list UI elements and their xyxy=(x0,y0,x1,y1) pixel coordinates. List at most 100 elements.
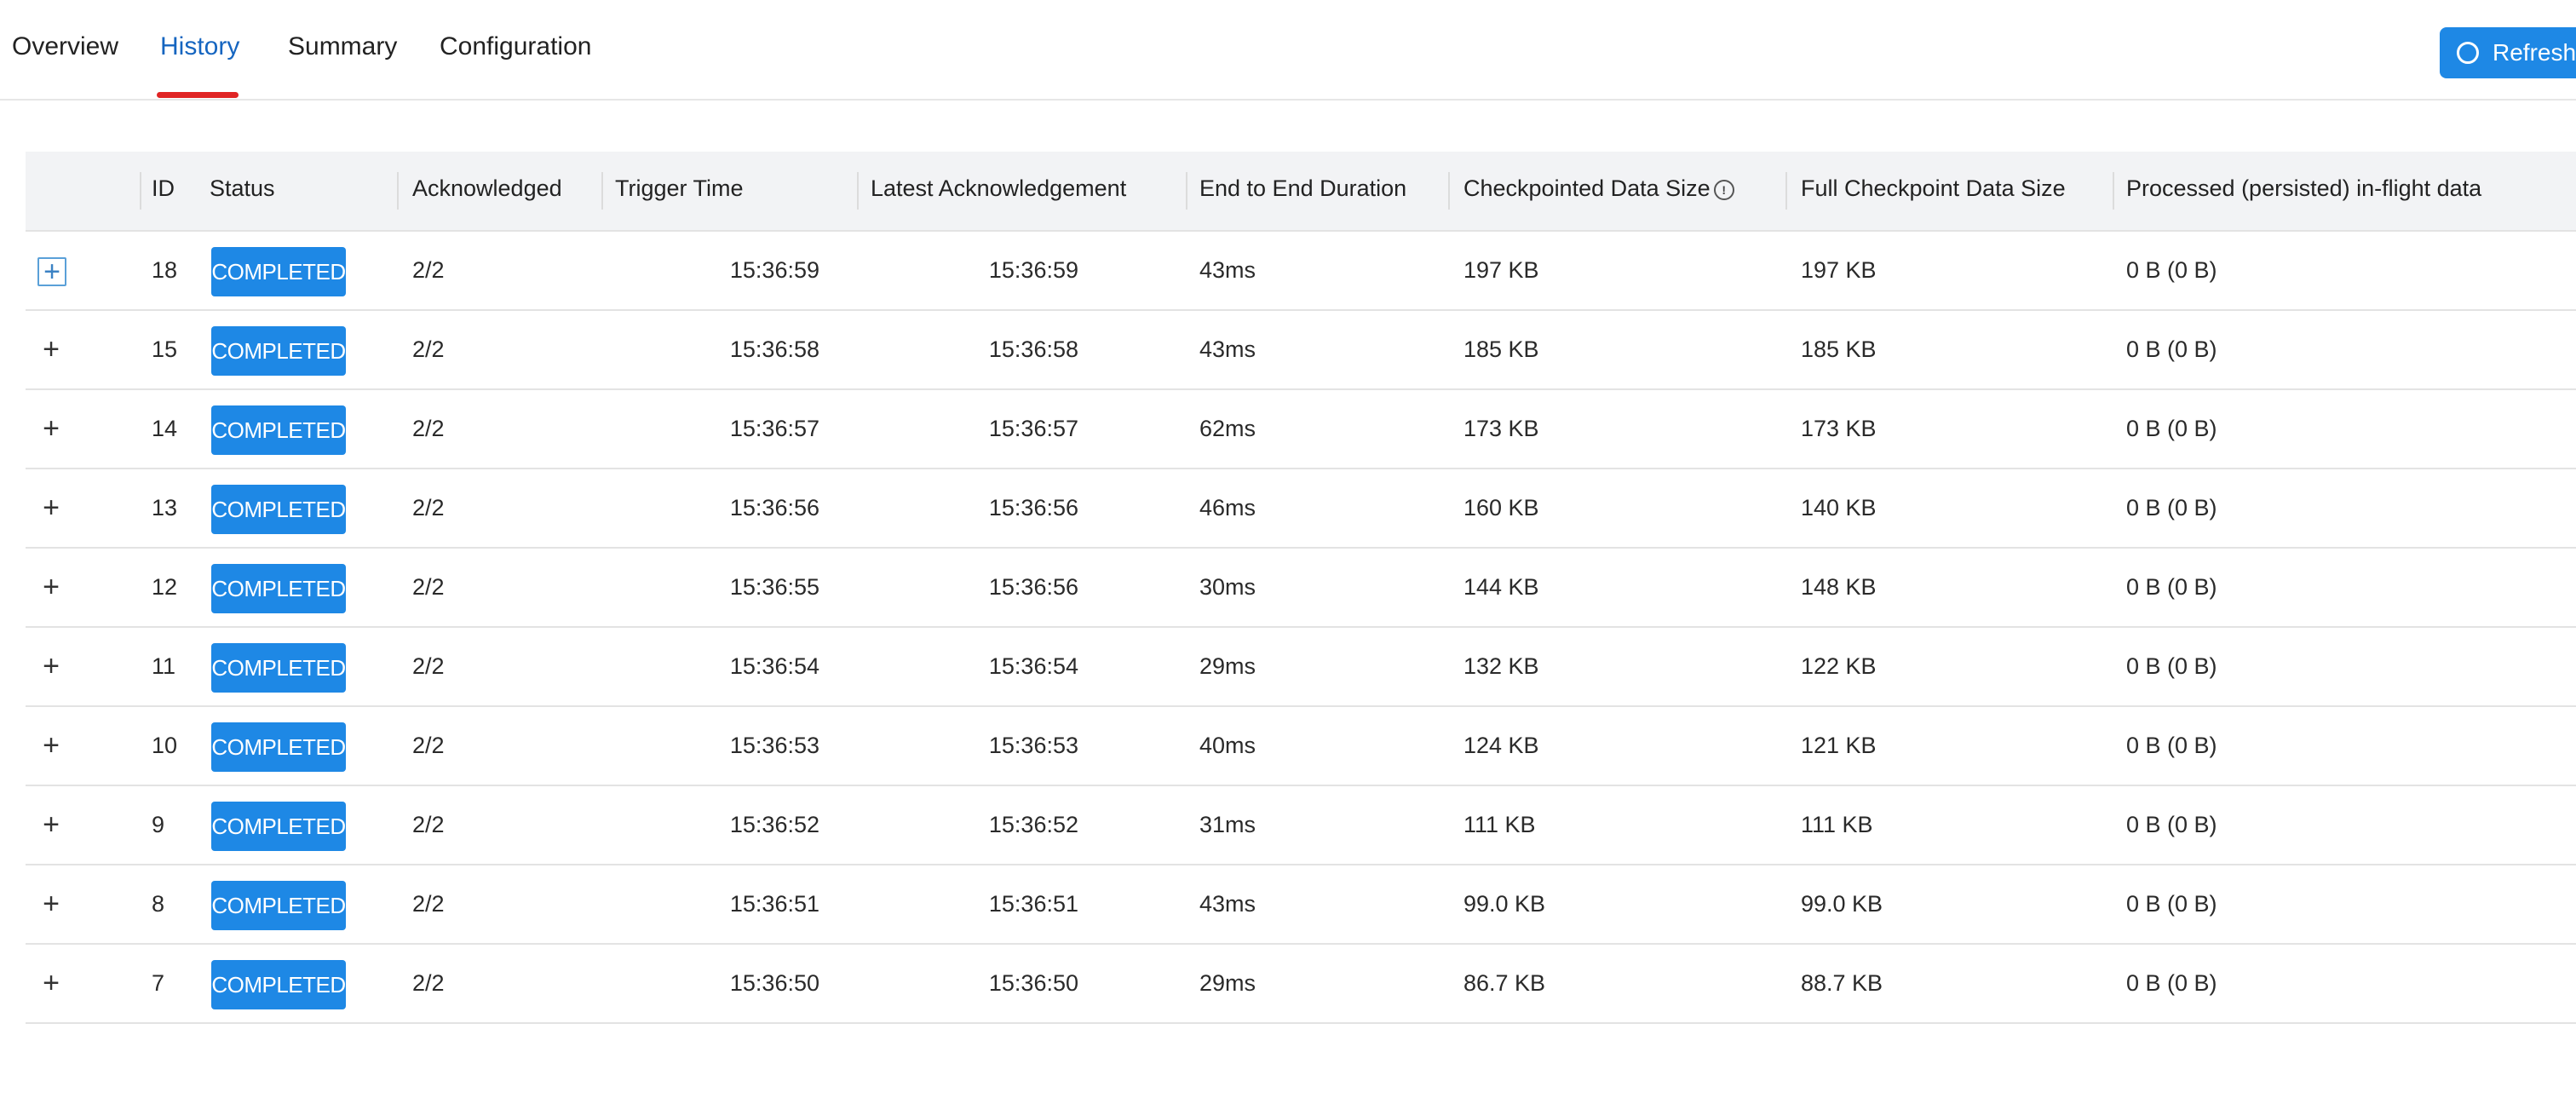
cell-end-to-end-duration: 43ms xyxy=(1199,336,1256,362)
cell-processed-inflight-data: 0 B (0 B) xyxy=(2126,574,2217,600)
cell-processed-inflight-data: 0 B (0 B) xyxy=(2126,416,2217,441)
cell-end-to-end-duration: 43ms xyxy=(1199,891,1256,917)
table-row[interactable]: +15 COMPLETED 2/2 15:36:58 15:36:58 43ms 185 K… xyxy=(26,311,2576,390)
cell-latest-acknowledgement: 15:36:56 xyxy=(988,495,1078,520)
column-separator xyxy=(601,172,603,210)
column-separator xyxy=(857,172,859,210)
cell-processed-inflight-data: 0 B (0 B) xyxy=(2126,653,2217,679)
table-row[interactable]: +7 COMPLETED 2/2 15:36:50 15:36:50 29ms 86.7 K… xyxy=(26,945,2576,1024)
status-badge: COMPLETED xyxy=(211,722,346,772)
table-header: ID Status Acknowledged Trigger Time Late… xyxy=(26,152,2576,232)
cell-acknowledged: 2/2 xyxy=(412,336,445,362)
column-separator xyxy=(1785,172,1787,210)
expand-row-icon[interactable]: + xyxy=(37,257,66,286)
cell-checkpointed-data-size: 132 KB xyxy=(1463,653,1539,679)
header-id: ID xyxy=(152,175,175,201)
cell-trigger-time: 15:36:53 xyxy=(729,733,819,758)
cell-id: 9 xyxy=(152,812,165,837)
header-trigger-time: Trigger Time xyxy=(615,175,744,201)
cell-processed-inflight-data: 0 B (0 B) xyxy=(2126,336,2217,362)
cell-id: 13 xyxy=(152,495,178,520)
cell-trigger-time: 15:36:59 xyxy=(729,257,819,283)
expand-row-icon[interactable]: + xyxy=(37,810,65,839)
refresh-icon xyxy=(2457,42,2479,64)
cell-latest-acknowledgement: 15:36:57 xyxy=(988,416,1078,441)
cell-end-to-end-duration: 29ms xyxy=(1199,970,1256,996)
header-checkpointed-data-size: Checkpointed Data Size! xyxy=(1463,175,1734,202)
table-row[interactable]: +9 COMPLETED 2/2 15:36:52 15:36:52 31ms 111 KB… xyxy=(26,786,2576,865)
table-row[interactable]: +11 COMPLETED 2/2 15:36:54 15:36:54 29ms 132 K… xyxy=(26,628,2576,707)
cell-acknowledged: 2/2 xyxy=(412,574,445,600)
tab-summary[interactable]: Summary xyxy=(288,32,397,61)
table-row[interactable]: +18 COMPLETED 2/2 15:36:59 15:36:59 43ms 197 K… xyxy=(26,232,2576,311)
expand-row-icon[interactable]: + xyxy=(37,731,65,760)
status-badge: COMPLETED xyxy=(211,405,346,455)
cell-checkpointed-data-size: 185 KB xyxy=(1463,336,1539,362)
table-row[interactable]: +12 COMPLETED 2/2 15:36:55 15:36:56 30ms 144 K… xyxy=(26,549,2576,628)
table-row[interactable]: +8 COMPLETED 2/2 15:36:51 15:36:51 43ms 99.0 K… xyxy=(26,865,2576,945)
refresh-button-label: Refresh xyxy=(2493,39,2576,66)
cell-latest-acknowledgement: 15:36:56 xyxy=(988,574,1078,600)
header-checkpointed-data-size-label: Checkpointed Data Size xyxy=(1463,175,1711,201)
status-badge: COMPLETED xyxy=(211,485,346,534)
table-row[interactable]: +14 COMPLETED 2/2 15:36:57 15:36:57 62ms 173 K… xyxy=(26,390,2576,469)
tab-overview[interactable]: Overview xyxy=(12,32,118,61)
cell-end-to-end-duration: 62ms xyxy=(1199,416,1256,441)
expand-row-icon[interactable]: + xyxy=(37,414,65,443)
expand-row-icon[interactable]: + xyxy=(37,969,65,998)
expand-row-icon[interactable]: + xyxy=(37,652,65,681)
cell-full-checkpoint-data-size: 111 KB xyxy=(1801,812,1873,837)
expand-row-icon[interactable]: + xyxy=(37,889,65,918)
cell-acknowledged: 2/2 xyxy=(412,733,445,758)
cell-acknowledged: 2/2 xyxy=(412,257,445,283)
cell-id: 12 xyxy=(152,574,178,600)
cell-end-to-end-duration: 43ms xyxy=(1199,257,1256,283)
expand-row-icon[interactable]: + xyxy=(37,493,65,522)
cell-full-checkpoint-data-size: 88.7 KB xyxy=(1801,970,1883,996)
cell-trigger-time: 15:36:55 xyxy=(729,574,819,600)
refresh-button[interactable]: Refresh xyxy=(2440,27,2576,78)
cell-checkpointed-data-size: 99.0 KB xyxy=(1463,891,1546,917)
table-row[interactable]: +13 COMPLETED 2/2 15:36:56 15:36:56 46ms 160 K… xyxy=(26,469,2576,549)
table-row[interactable]: +10 COMPLETED 2/2 15:36:53 15:36:53 40ms 124 K… xyxy=(26,707,2576,786)
cell-id: 11 xyxy=(152,653,176,679)
status-badge: COMPLETED xyxy=(211,643,346,693)
cell-latest-acknowledgement: 15:36:53 xyxy=(988,733,1078,758)
cell-end-to-end-duration: 40ms xyxy=(1199,733,1256,758)
cell-full-checkpoint-data-size: 148 KB xyxy=(1801,574,1877,600)
status-badge: COMPLETED xyxy=(211,881,346,930)
expand-row-icon[interactable]: + xyxy=(37,335,65,364)
cell-acknowledged: 2/2 xyxy=(412,495,445,520)
cell-end-to-end-duration: 31ms xyxy=(1199,812,1256,837)
cell-latest-acknowledgement: 15:36:54 xyxy=(988,653,1078,679)
cell-end-to-end-duration: 30ms xyxy=(1199,574,1256,600)
table-body: +18 COMPLETED 2/2 15:36:59 15:36:59 43ms 197 K… xyxy=(26,232,2576,1024)
cell-checkpointed-data-size: 144 KB xyxy=(1463,574,1539,600)
cell-latest-acknowledgement: 15:36:52 xyxy=(988,812,1078,837)
cell-latest-acknowledgement: 15:36:59 xyxy=(988,257,1078,283)
cell-id: 8 xyxy=(152,891,165,917)
cell-checkpointed-data-size: 173 KB xyxy=(1463,416,1539,441)
cell-full-checkpoint-data-size: 173 KB xyxy=(1801,416,1877,441)
cell-full-checkpoint-data-size: 140 KB xyxy=(1801,495,1877,520)
header-end-to-end-duration: End to End Duration xyxy=(1199,175,1407,201)
cell-processed-inflight-data: 0 B (0 B) xyxy=(2126,970,2217,996)
status-badge: COMPLETED xyxy=(211,247,346,296)
tab-configuration[interactable]: Configuration xyxy=(440,32,591,61)
cell-trigger-time: 15:36:52 xyxy=(729,812,819,837)
cell-trigger-time: 15:36:54 xyxy=(729,653,819,679)
cell-latest-acknowledgement: 15:36:50 xyxy=(988,970,1078,996)
cell-acknowledged: 2/2 xyxy=(412,970,445,996)
header-acknowledged: Acknowledged xyxy=(412,175,562,201)
top-tab-bar: Overview History Summary Configuration R… xyxy=(0,0,2576,101)
cell-acknowledged: 2/2 xyxy=(412,812,445,837)
info-icon[interactable]: ! xyxy=(1713,179,1734,200)
tab-history[interactable]: History xyxy=(160,32,239,61)
cell-id: 14 xyxy=(152,416,178,441)
column-separator xyxy=(1448,172,1450,210)
expand-row-icon[interactable]: + xyxy=(37,572,65,601)
status-badge: COMPLETED xyxy=(211,802,346,851)
cell-id: 15 xyxy=(152,336,178,362)
cell-trigger-time: 15:36:50 xyxy=(729,970,819,996)
checkpoint-history-table: ID Status Acknowledged Trigger Time Late… xyxy=(26,152,2576,1024)
